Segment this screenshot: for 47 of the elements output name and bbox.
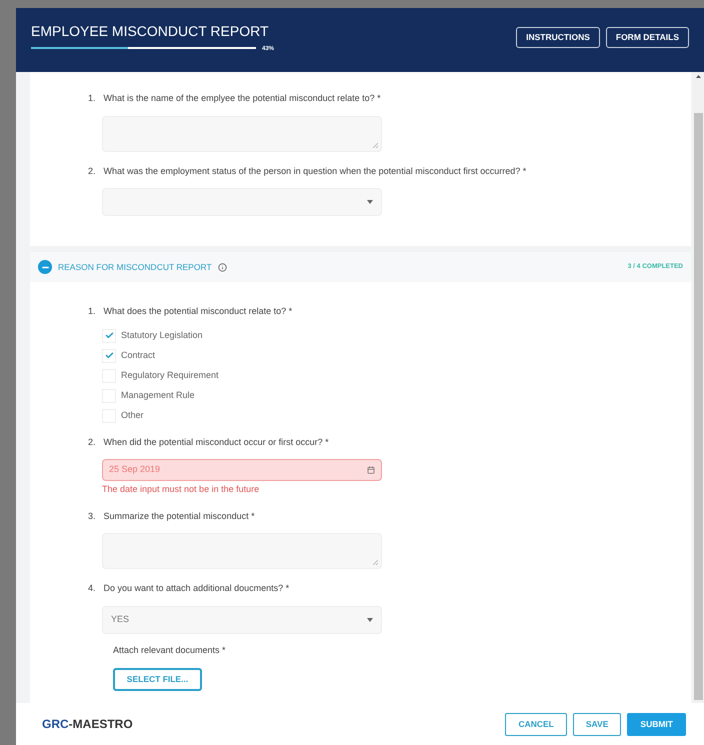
question-text: What was the employment status of the person in question when the potential misconduct first occurred? * [104, 164, 526, 178]
text-area[interactable] [102, 116, 382, 152]
question-number: 1. [88, 92, 96, 105]
header-button[interactable]: INSTRUCTIONS [516, 27, 600, 48]
question-number: 2. [88, 436, 96, 448]
dropdown-field[interactable]: YES [102, 606, 382, 634]
footer-button[interactable]: CANCEL [505, 712, 567, 736]
section-title: REASON FOR MISCONDCUT REPORT [58, 260, 212, 274]
scrollbar[interactable] [693, 72, 704, 703]
info-icon [218, 262, 227, 272]
collapse-icon[interactable] [38, 260, 52, 274]
question-number: 3. [88, 510, 96, 522]
scrollbar-thumb[interactable] [694, 113, 703, 700]
date-field[interactable]: 25 Sep 2019 [102, 459, 382, 481]
checkbox-label: Statutory Legislation [121, 328, 203, 342]
checkbox[interactable] [102, 348, 116, 362]
checkbox[interactable] [102, 328, 116, 342]
scroll-up-icon[interactable] [696, 75, 701, 78]
checkbox-label: Regulatory Requirement [121, 368, 219, 382]
checkmark-icon [104, 331, 114, 340]
logo: GRC-MAESTRO [42, 716, 133, 733]
checkbox-label: Contract [121, 348, 156, 362]
question-number: 1. [88, 305, 96, 318]
attach-label: Attach relevant documents * [113, 644, 227, 656]
checkmark-icon [104, 351, 114, 360]
question-text: What is the name of the emplyee the potential misconduct relate to? * [104, 92, 381, 105]
text-area[interactable] [102, 533, 382, 569]
select-file-button[interactable]: SELECT FILE... [113, 668, 202, 691]
resize-handle-icon [373, 560, 378, 565]
question-number: 4. [88, 582, 96, 595]
dropdown-field[interactable] [102, 188, 382, 216]
error-message: The date input must not be in the future [102, 483, 260, 496]
footer-button[interactable]: SAVE [572, 712, 622, 736]
question-text: Summarize the potential misconduct * [104, 510, 255, 523]
header-button[interactable]: FORM DETAILS [606, 27, 689, 48]
checkbox-label: Other [121, 408, 144, 422]
calendar-icon [367, 466, 375, 474]
caret-icon [367, 200, 373, 204]
form-title: EMPLOYEE MISCONDUCT REPORT [31, 22, 270, 41]
checkbox-label: Management Rule [121, 388, 195, 402]
question-text: What does the potential misconduct relate to? * [104, 305, 292, 318]
resize-handle-icon [373, 142, 378, 148]
caret-icon [367, 618, 373, 622]
question-number: 2. [88, 164, 96, 178]
question-text: Do you want to attach additional doucments? * [104, 582, 290, 595]
question-text: When did the potential misconduct occur or first occur? * [104, 436, 329, 449]
footer-button[interactable]: SUBMIT [627, 712, 686, 736]
